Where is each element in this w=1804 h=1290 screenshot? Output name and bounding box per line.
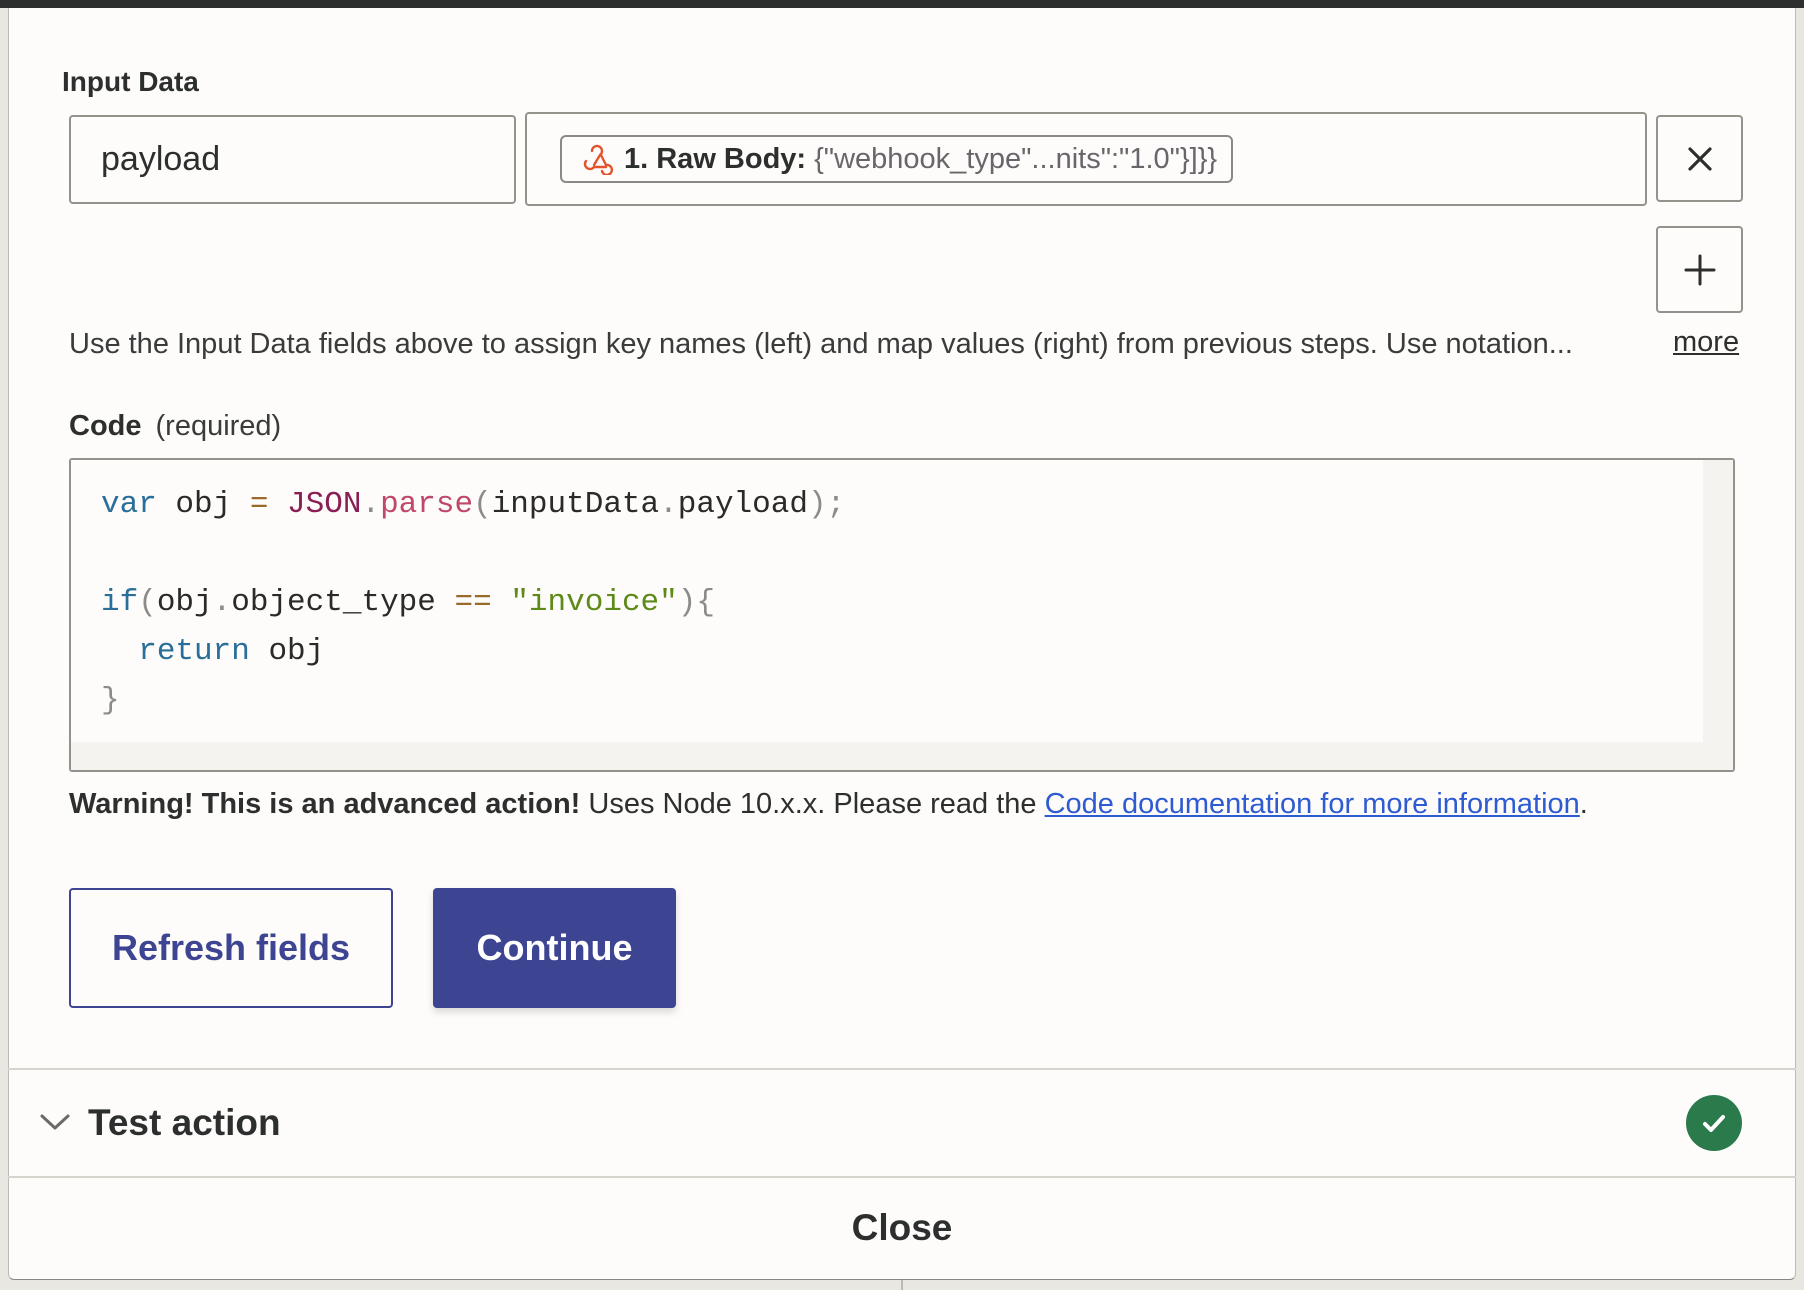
mapped-value-text: {"webhook_type"...nits":"1.0"}]}}	[814, 142, 1218, 175]
refresh-fields-button[interactable]: Refresh fields	[69, 888, 393, 1008]
warning-title: Warning! This is an advanced action!	[69, 788, 581, 820]
divider-tick	[901, 1280, 903, 1290]
input-key-field[interactable]: payload	[69, 115, 516, 204]
plus-icon	[1684, 254, 1715, 285]
input-data-help-text: Use the Input Data fields above to assig…	[69, 328, 1573, 360]
more-link[interactable]: more	[1673, 326, 1739, 359]
test-action-title: Test action	[88, 1102, 281, 1143]
chevron-down-icon	[40, 1114, 70, 1130]
webhook-icon	[583, 144, 614, 175]
test-action-section[interactable]: Test action	[8, 1070, 1796, 1176]
warning-end: .	[1579, 788, 1588, 820]
code-horizontal-scrollbar[interactable]	[71, 742, 1733, 770]
code-required-text: (required)	[155, 410, 282, 442]
advanced-action-warning: Warning! This is an advanced action! Use…	[69, 788, 1588, 821]
input-value-field[interactable]: 1. Raw Body: {"webhook_type"...nits":"1.…	[525, 112, 1647, 206]
input-data-label: Input Data	[62, 66, 199, 97]
remove-field-button[interactable]	[1656, 115, 1743, 202]
mapped-value-pill[interactable]: 1. Raw Body: {"webhook_type"...nits":"1.…	[560, 135, 1233, 183]
close-icon	[1687, 146, 1712, 171]
continue-button[interactable]: Continue	[433, 888, 676, 1008]
input-key-value: payload	[101, 140, 221, 178]
close-button[interactable]: Close	[8, 1178, 1796, 1278]
success-check-icon	[1686, 1095, 1742, 1151]
warning-text: Uses Node 10.x.x. Please read the	[580, 788, 1045, 820]
mapped-value-label: 1. Raw Body:	[624, 142, 807, 175]
code-documentation-link[interactable]: Code documentation for more information	[1045, 788, 1580, 820]
add-field-button[interactable]	[1656, 226, 1743, 313]
code-field-label: Code (required)	[69, 410, 281, 443]
code-editor-content[interactable]: var obj = JSON.parse(inputData.payload);…	[71, 460, 1705, 744]
code-vertical-scrollbar[interactable]	[1703, 460, 1733, 744]
code-editor[interactable]: var obj = JSON.parse(inputData.payload);…	[69, 458, 1735, 772]
code-label-text: Code	[69, 410, 142, 442]
top-bar	[0, 0, 1804, 8]
